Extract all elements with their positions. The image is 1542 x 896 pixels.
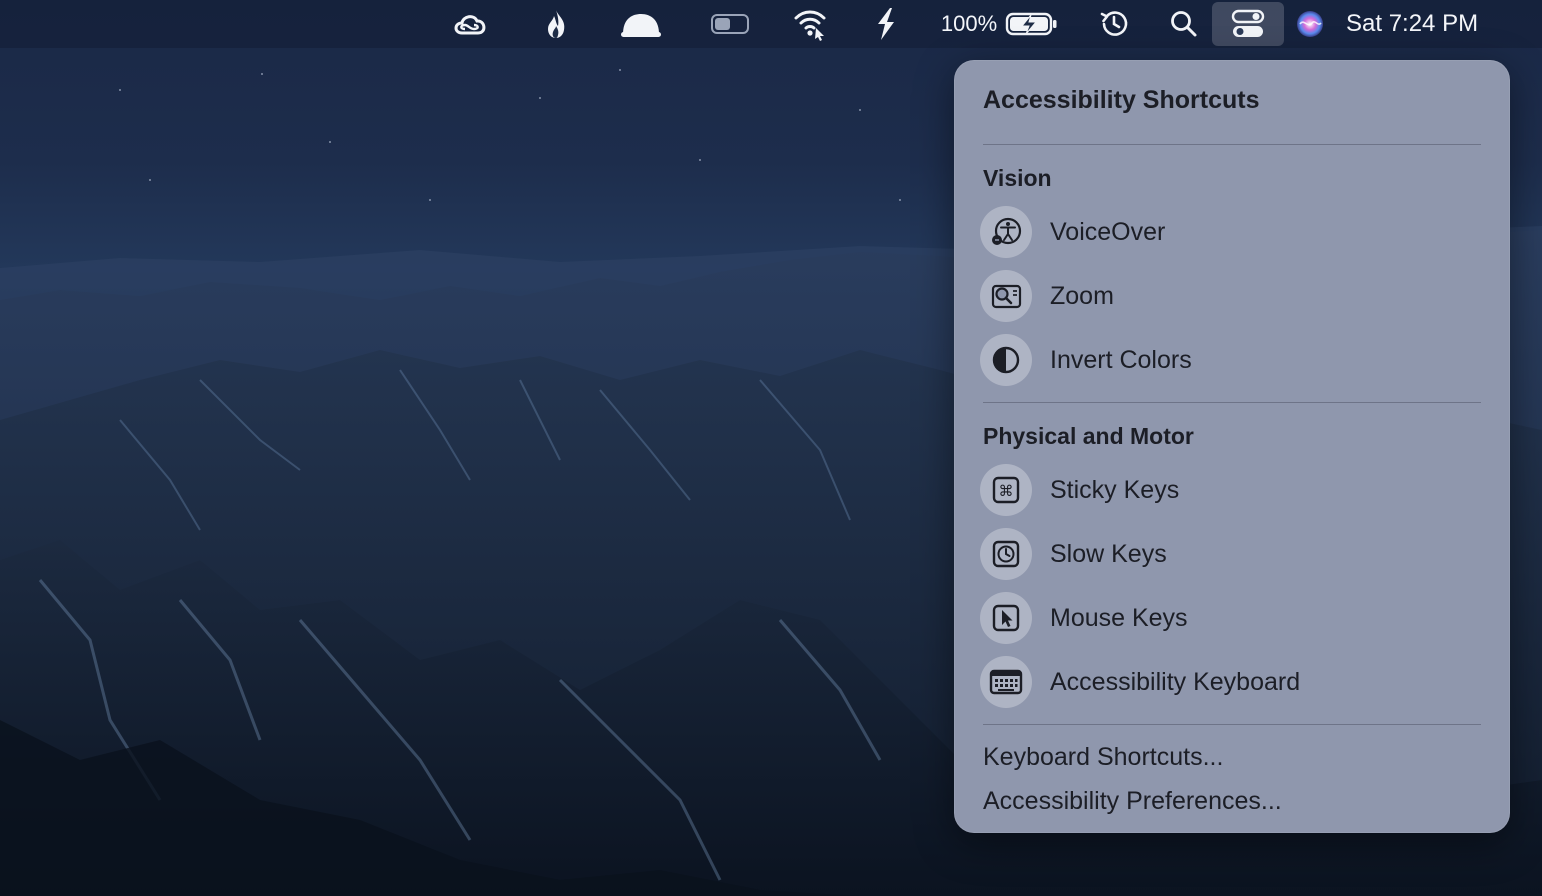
spotlight-search-icon[interactable] (1164, 0, 1204, 48)
accessibility-preferences-link[interactable]: Accessibility Preferences... (983, 787, 1282, 816)
accessibility-keyboard-icon (980, 656, 1032, 708)
lightning-icon[interactable] (868, 0, 904, 48)
menu-item-voiceover[interactable]: VoiceOver (980, 203, 1484, 261)
toggle-switch-icon[interactable] (708, 0, 752, 48)
control-center-icon[interactable] (1212, 2, 1284, 46)
menu-item-zoom[interactable]: Zoom (980, 267, 1484, 325)
battery-percent: 100% (940, 11, 998, 36)
time-machine-icon[interactable] (1094, 0, 1134, 48)
menu-bar-clock[interactable]: Sat 7:24 PM (1346, 0, 1516, 48)
cloud-icon[interactable] (616, 0, 666, 48)
menu-item-accessibility-keyboard[interactable]: Accessibility Keyboard (980, 653, 1484, 711)
flame-icon[interactable] (538, 0, 574, 48)
accessibility-shortcuts-panel: Accessibility Shortcuts Vision VoiceOver… (954, 60, 1510, 833)
battery-charging-icon (1005, 12, 1057, 36)
divider (983, 144, 1481, 145)
menu-item-label: VoiceOver (1050, 217, 1166, 246)
panel-title: Accessibility Shortcuts (983, 86, 1260, 114)
section-title-physical-motor: Physical and Motor (983, 423, 1194, 449)
wifi-icon[interactable] (790, 0, 830, 48)
menu-item-label: Sticky Keys (1050, 475, 1180, 504)
divider (983, 402, 1481, 403)
slow-keys-icon (980, 528, 1032, 580)
svg-text:⌘: ⌘ (999, 482, 1014, 500)
menu-item-mouse-keys[interactable]: Mouse Keys (980, 589, 1484, 647)
voiceover-icon (980, 206, 1032, 258)
zoom-icon (980, 270, 1032, 322)
siri-icon[interactable] (1292, 0, 1328, 48)
creative-cloud-icon[interactable] (448, 0, 492, 48)
clock-text: Sat 7:24 PM (1346, 10, 1479, 37)
menu-bar: 100% Sat 7:24 PM (0, 0, 1542, 48)
menu-item-label: Invert Colors (1050, 345, 1192, 374)
divider (983, 724, 1481, 725)
menu-item-label: Slow Keys (1050, 539, 1167, 568)
menu-item-label: Accessibility Keyboard (1050, 667, 1301, 696)
menu-item-slow-keys[interactable]: Slow Keys (980, 525, 1484, 583)
section-title-vision: Vision (983, 165, 1052, 191)
sticky-keys-icon: ⌘ (980, 464, 1032, 516)
invert-colors-icon (980, 334, 1032, 386)
menu-item-label: Mouse Keys (1050, 603, 1188, 632)
mouse-keys-icon (980, 592, 1032, 644)
menu-item-sticky-keys[interactable]: ⌘ Sticky Keys (980, 461, 1484, 519)
menu-item-invert-colors[interactable]: Invert Colors (980, 331, 1484, 389)
menu-item-label: Zoom (1050, 281, 1114, 310)
keyboard-shortcuts-link[interactable]: Keyboard Shortcuts... (983, 743, 1223, 772)
battery-status[interactable]: 100% (938, 0, 1062, 48)
